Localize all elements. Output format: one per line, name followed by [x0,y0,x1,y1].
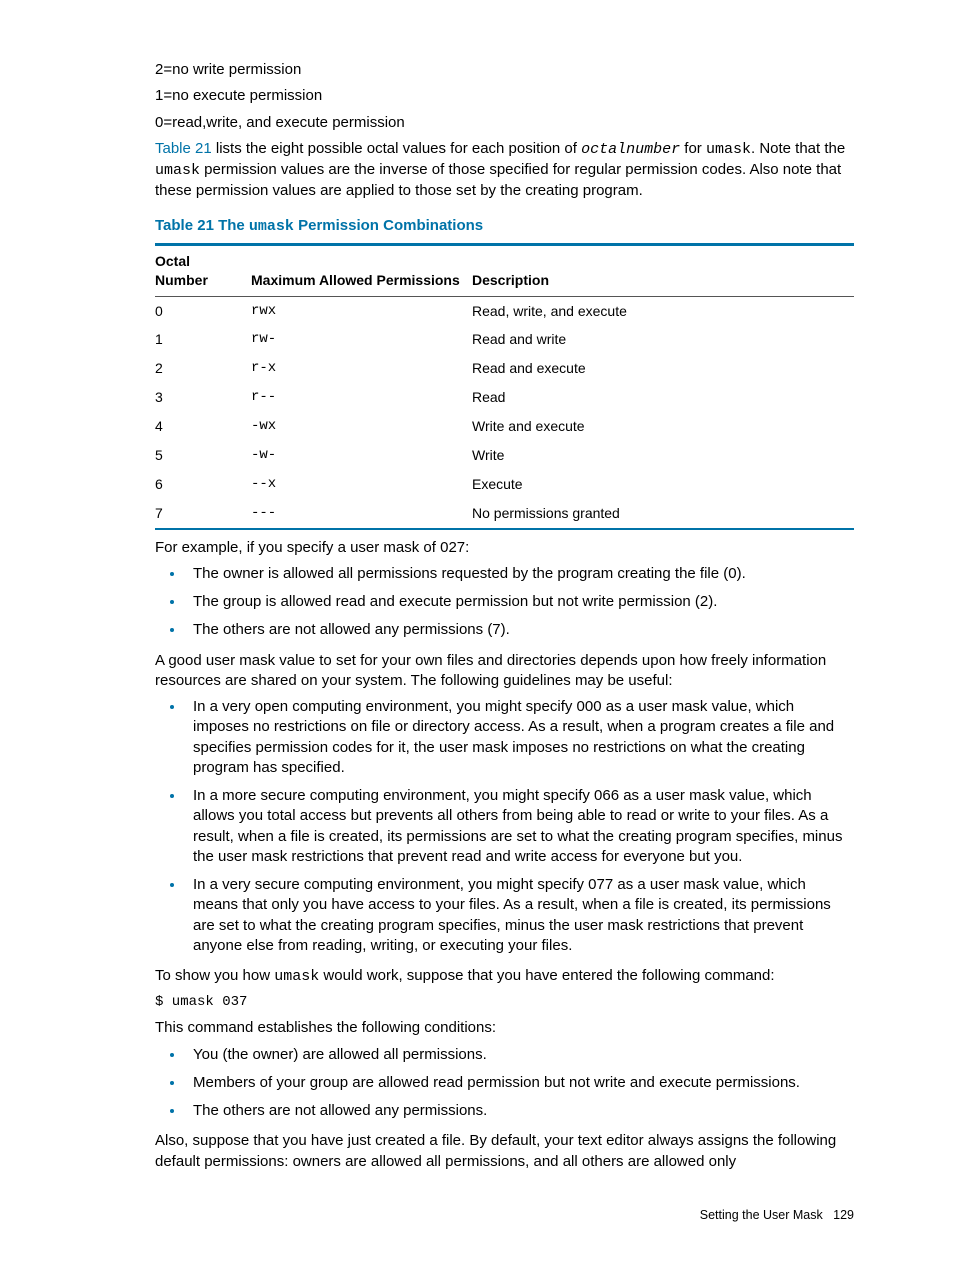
cell-octal: 2 [155,354,251,383]
example-list: The owner is allowed all permissions req… [155,564,854,641]
cell-octal: 5 [155,441,251,470]
th-description: Description [472,244,854,296]
cell-octal: 1 [155,325,251,354]
list-item: In a more secure computing environment, … [185,786,854,867]
perm-line-1: 1=no execute permission [155,86,854,106]
table-row: 3r--Read [155,383,854,412]
table-21-caption: Table 21 The umask Permission Combinatio… [155,216,854,237]
conditions-intro: This command establishes the following c… [155,1018,854,1038]
table-row: 4-wxWrite and execute [155,412,854,441]
page-footer: Setting the User Mask 129 [55,1207,854,1224]
octalnumber-code: octalnumber [581,141,680,158]
list-item: In a very open computing environment, yo… [185,697,854,778]
cell-desc: Read, write, and execute [472,296,854,325]
table-row: 0rwxRead, write, and execute [155,296,854,325]
list-item: The group is allowed read and execute pe… [185,592,854,612]
umask-code-2: umask [155,162,200,179]
list-item: The others are not allowed any permissio… [185,1101,854,1121]
table-21-link[interactable]: Table 21 [155,140,212,157]
cell-octal: 3 [155,383,251,412]
cell-perms: rwx [251,296,472,325]
list-item: You (the owner) are allowed all permissi… [185,1045,854,1065]
cell-octal: 4 [155,412,251,441]
example-intro: For example, if you specify a user mask … [155,538,854,558]
cell-desc: Write [472,441,854,470]
umask-code: umask [706,141,751,158]
list-item: In a very secure computing environment, … [185,875,854,956]
cell-desc: Write and execute [472,412,854,441]
cell-octal: 7 [155,499,251,529]
th-max-perms: Maximum Allowed Permissions [251,244,472,296]
perm-line-2: 2=no write permission [155,60,854,80]
footer-page: 129 [833,1208,854,1222]
cell-perms: -w- [251,441,472,470]
table-row: 5-w-Write [155,441,854,470]
cell-perms: --- [251,499,472,529]
cell-desc: Execute [472,470,854,499]
cell-octal: 0 [155,296,251,325]
umask-command: $ umask 037 [155,993,854,1012]
list-item: The others are not allowed any permissio… [185,620,854,640]
cell-perms: rw- [251,325,472,354]
footer-section: Setting the User Mask [700,1208,823,1222]
cell-desc: Read [472,383,854,412]
umask-code-3: umask [274,968,319,985]
closing-paragraph: Also, suppose that you have just created… [155,1131,854,1172]
th-octal-number: OctalNumber [155,244,251,296]
cell-perms: -wx [251,412,472,441]
guideline-intro: A good user mask value to set for your o… [155,651,854,692]
list-item: Members of your group are allowed read p… [185,1073,854,1093]
perm-line-0: 0=read,write, and execute permission [155,113,854,133]
table-row: 7---No permissions granted [155,499,854,529]
cell-perms: r-- [251,383,472,412]
cell-perms: --x [251,470,472,499]
table-row: 2r-xRead and execute [155,354,854,383]
cell-desc: No permissions granted [472,499,854,529]
show-paragraph: To show you how umask would work, suppos… [155,966,854,987]
table-row: 1rw-Read and write [155,325,854,354]
cell-desc: Read and write [472,325,854,354]
cell-octal: 6 [155,470,251,499]
conditions-list: You (the owner) are allowed all permissi… [155,1045,854,1122]
intro-paragraph: Table 21 lists the eight possible octal … [155,139,854,202]
umask-table: OctalNumber Maximum Allowed Permissions … [155,243,854,530]
table-row: 6--xExecute [155,470,854,499]
cell-perms: r-x [251,354,472,383]
list-item: The owner is allowed all permissions req… [185,564,854,584]
cell-desc: Read and execute [472,354,854,383]
guideline-list: In a very open computing environment, yo… [155,697,854,956]
